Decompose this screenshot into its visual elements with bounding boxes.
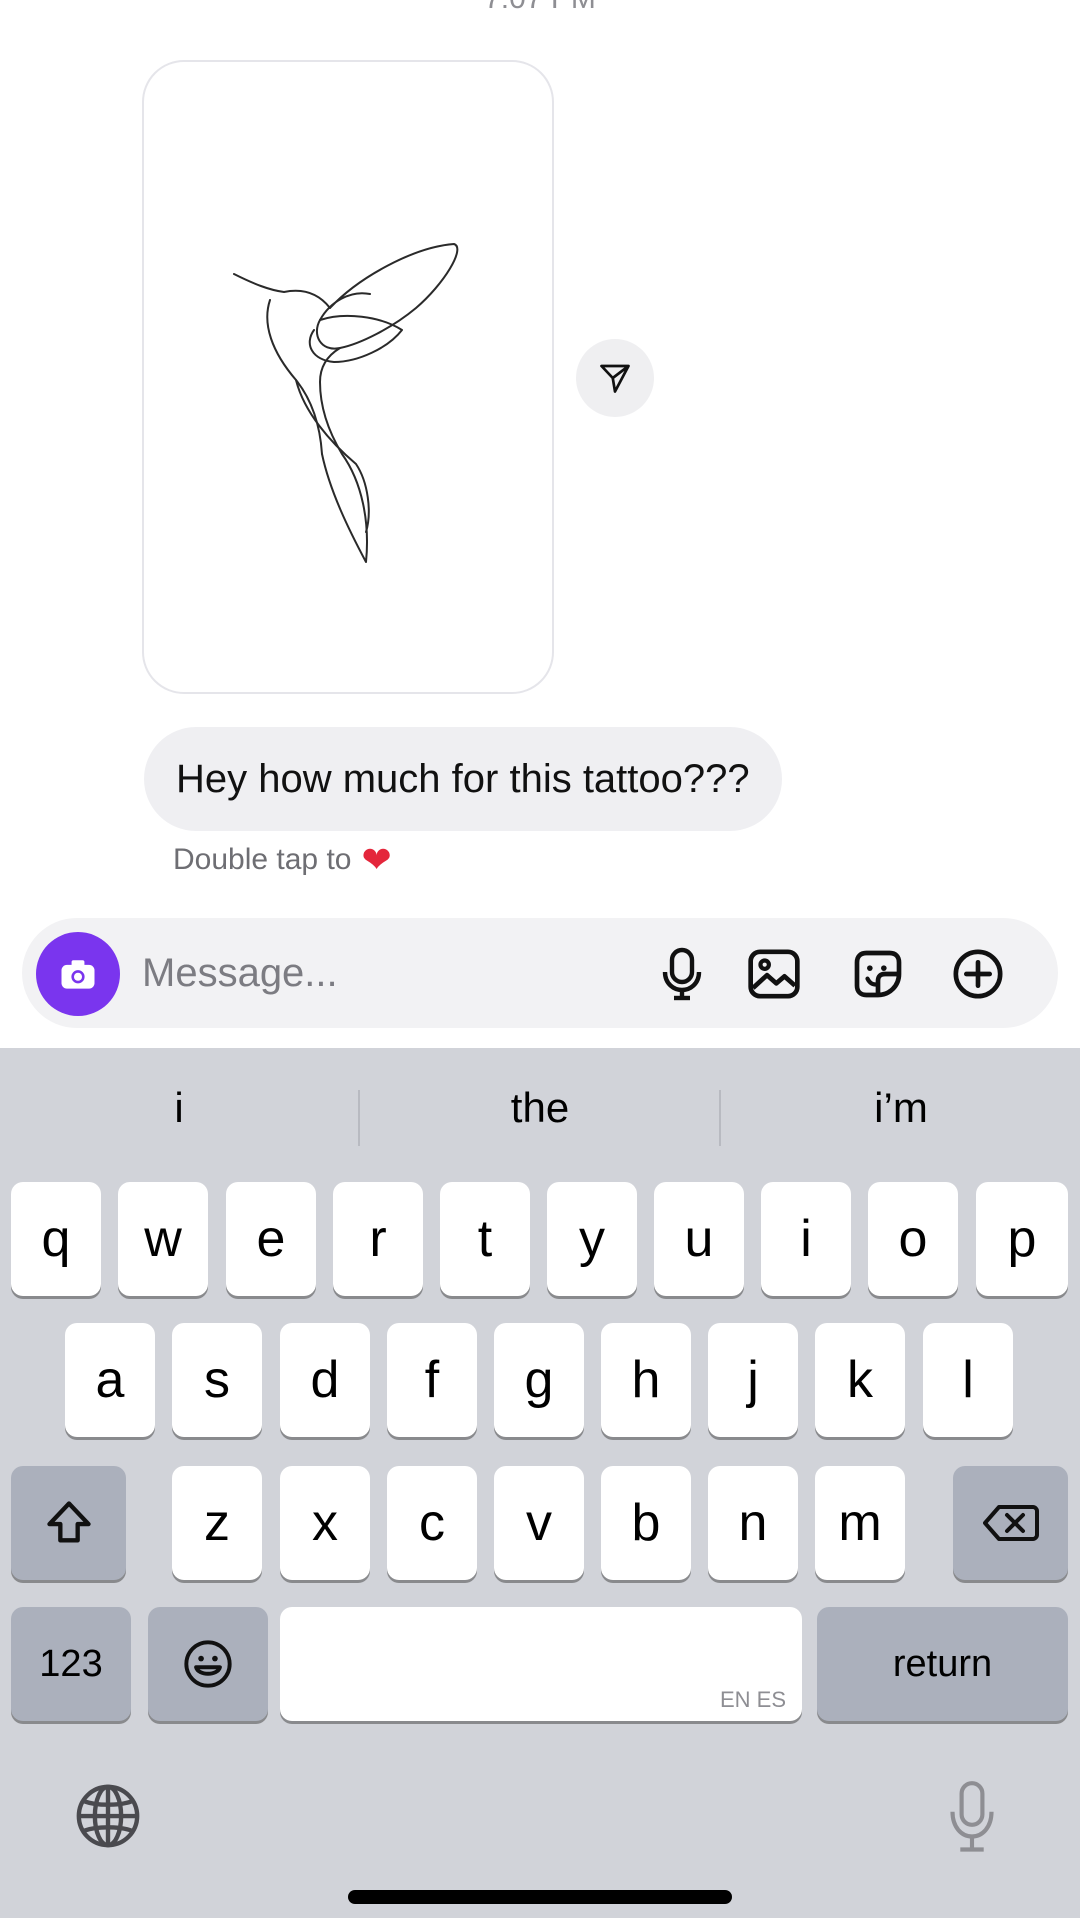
key-b[interactable]: b (601, 1466, 691, 1580)
hummingbird-drawing (233, 243, 459, 563)
key-g[interactable]: g (494, 1323, 584, 1437)
camera-button[interactable] (36, 932, 120, 1016)
backspace-icon (982, 1505, 1039, 1541)
message-composer (22, 918, 1058, 1028)
key-u[interactable]: u (654, 1182, 744, 1296)
emoji-key[interactable] (148, 1607, 268, 1721)
send-icon (600, 364, 630, 393)
globe-button[interactable] (70, 1778, 146, 1854)
gallery-button[interactable] (744, 944, 804, 1004)
message-text: Hey how much for this tattoo??? (176, 756, 750, 801)
key-m[interactable]: m (815, 1466, 905, 1580)
share-button[interactable] (576, 339, 654, 417)
message-timestamp: 7:07 PM (0, 0, 1080, 16)
key-d[interactable]: d (280, 1323, 370, 1437)
suggestion-divider (719, 1090, 721, 1146)
space-key[interactable]: EN ES (280, 1607, 802, 1721)
key-h[interactable]: h (601, 1323, 691, 1437)
suggestion-2[interactable]: the (361, 1060, 719, 1156)
key-l[interactable]: l (923, 1323, 1013, 1437)
suggestion-1[interactable]: i (0, 1060, 358, 1156)
microphone-icon (662, 947, 702, 1001)
key-q[interactable]: q (11, 1182, 101, 1296)
key-z[interactable]: z (172, 1466, 262, 1580)
key-w[interactable]: w (118, 1182, 208, 1296)
message-input[interactable] (142, 940, 622, 1006)
key-e[interactable]: e (226, 1182, 316, 1296)
key-a[interactable]: a (65, 1323, 155, 1437)
plus-icon (953, 949, 1003, 999)
key-f[interactable]: f (387, 1323, 477, 1437)
double-tap-hint: Double tap to ❤ (173, 842, 392, 878)
key-j[interactable]: j (708, 1323, 798, 1437)
sticker-button[interactable] (848, 944, 908, 1004)
backspace-key[interactable] (953, 1466, 1068, 1580)
microphone-icon (950, 1781, 994, 1852)
key-y[interactable]: y (547, 1182, 637, 1296)
key-i[interactable]: i (761, 1182, 851, 1296)
heart-icon: ❤ (361, 839, 392, 880)
sticker-icon (854, 950, 902, 998)
suggestion-divider (358, 1090, 360, 1146)
keyboard: i the i’m q w e r t y u i o p a s d f g … (0, 1048, 1080, 1918)
suggestion-bar: i the i’m (0, 1060, 1080, 1156)
emoji-icon (184, 1640, 232, 1688)
return-key[interactable]: return (817, 1607, 1068, 1721)
shift-icon (46, 1501, 91, 1543)
gallery-icon (748, 949, 800, 999)
key-c[interactable]: c (387, 1466, 477, 1580)
key-x[interactable]: x (280, 1466, 370, 1580)
key-n[interactable]: n (708, 1466, 798, 1580)
numbers-key[interactable]: 123 (11, 1607, 131, 1721)
key-v[interactable]: v (494, 1466, 584, 1580)
hint-text: Double tap to (173, 843, 352, 876)
camera-icon (61, 960, 95, 989)
key-p[interactable]: p (976, 1182, 1068, 1296)
space-language-label: EN ES (719, 1687, 786, 1712)
globe-icon (76, 1784, 140, 1848)
key-s[interactable]: s (172, 1323, 262, 1437)
add-button[interactable] (948, 944, 1008, 1004)
key-t[interactable]: t (440, 1182, 530, 1296)
key-o[interactable]: o (868, 1182, 958, 1296)
key-r[interactable]: r (333, 1182, 423, 1296)
home-indicator[interactable] (348, 1890, 732, 1904)
shift-key[interactable] (11, 1466, 126, 1580)
microphone-button[interactable] (652, 944, 712, 1004)
key-k[interactable]: k (815, 1323, 905, 1437)
shared-post-card[interactable] (142, 60, 554, 694)
message-bubble[interactable]: Hey how much for this tattoo??? (144, 727, 782, 831)
suggestion-3[interactable]: i’m (722, 1060, 1080, 1156)
dictation-button[interactable] (940, 1776, 1004, 1858)
